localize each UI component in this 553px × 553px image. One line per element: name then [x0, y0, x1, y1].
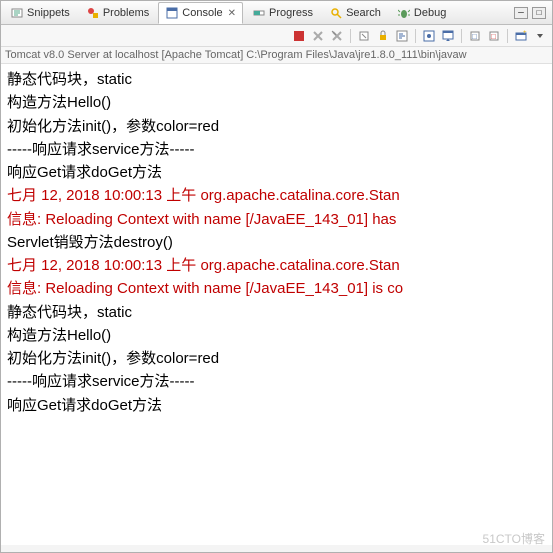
debug-icon	[397, 6, 411, 20]
console-toolbar: □ □ +	[1, 25, 552, 47]
window-controls: ─ □	[514, 7, 550, 19]
terminate-button[interactable]	[291, 28, 307, 44]
console-line: 七月 12, 2018 10:00:13 上午 org.apache.catal…	[7, 254, 546, 277]
clear-console-button[interactable]	[356, 28, 372, 44]
tab-label: Progress	[269, 7, 313, 19]
tab-debug[interactable]: Debug	[390, 2, 453, 24]
console-icon	[165, 6, 179, 20]
console-line: -----响应请求service方法-----	[7, 370, 546, 393]
console-line: 响应Get请求doGet方法	[7, 161, 546, 184]
console-line: 静态代码块，static	[7, 68, 546, 91]
tab-label: Search	[346, 7, 381, 19]
minimize-button[interactable]: ─	[514, 7, 528, 19]
tab-label: Console	[182, 7, 222, 19]
close-icon[interactable]: ✕	[228, 8, 236, 19]
tab-label: Snippets	[27, 7, 70, 19]
console-line: Servlet销毁方法destroy()	[7, 231, 546, 254]
snippets-icon	[10, 6, 24, 20]
view-tab-bar: Snippets Problems Console ✕ Progress Sea…	[1, 1, 552, 25]
tab-snippets[interactable]: Snippets	[3, 2, 77, 24]
svg-text:+: +	[523, 30, 527, 36]
word-wrap-button[interactable]	[394, 28, 410, 44]
svg-text:□: □	[491, 32, 496, 41]
console-line: 初始化方法init()，参数color=red	[7, 347, 546, 370]
tab-label: Problems	[103, 7, 149, 19]
console-line: 静态代码块，static	[7, 301, 546, 324]
tab-console[interactable]: Console ✕	[158, 2, 243, 24]
pin-console-button[interactable]	[421, 28, 437, 44]
tab-label: Debug	[414, 7, 446, 19]
console-line: 信息: Reloading Context with name [/JavaEE…	[7, 277, 546, 300]
open-console-button[interactable]: +	[513, 28, 529, 44]
console-line: 构造方法Hello()	[7, 324, 546, 347]
console-output[interactable]: 静态代码块，static构造方法Hello()初始化方法init()，参数col…	[1, 64, 552, 545]
progress-icon	[252, 6, 266, 20]
console-line: 信息: Reloading Context with name [/JavaEE…	[7, 208, 546, 231]
show-stderr-button[interactable]: □	[486, 28, 502, 44]
show-stdout-button[interactable]: □	[467, 28, 483, 44]
svg-text:□: □	[472, 32, 477, 41]
console-process-label: Tomcat v8.0 Server at localhost [Apache …	[1, 47, 552, 64]
tab-problems[interactable]: Problems	[79, 2, 156, 24]
console-line: -----响应请求service方法-----	[7, 138, 546, 161]
console-line: 七月 12, 2018 10:00:13 上午 org.apache.catal…	[7, 184, 546, 207]
tab-progress[interactable]: Progress	[245, 2, 320, 24]
dropdown-icon[interactable]	[532, 28, 548, 44]
problems-icon	[86, 6, 100, 20]
remove-all-button[interactable]	[329, 28, 345, 44]
display-console-button[interactable]	[440, 28, 456, 44]
console-line: 初始化方法init()，参数color=red	[7, 115, 546, 138]
scroll-lock-button[interactable]	[375, 28, 391, 44]
remove-launch-button[interactable]	[310, 28, 326, 44]
console-line: 构造方法Hello()	[7, 91, 546, 114]
maximize-button[interactable]: □	[532, 7, 546, 19]
search-icon	[329, 6, 343, 20]
tab-search[interactable]: Search	[322, 2, 388, 24]
console-line: 响应Get请求doGet方法	[7, 394, 546, 417]
